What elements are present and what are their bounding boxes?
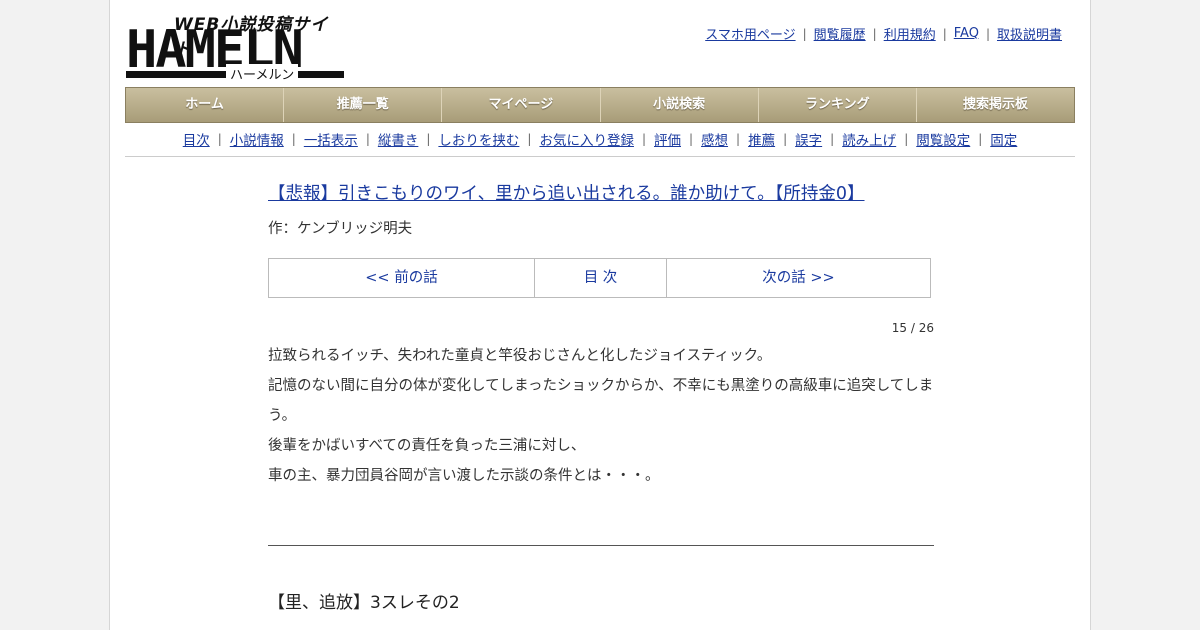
top-link-history[interactable]: 閲覧履歴 [814,24,866,43]
subnav-pin[interactable]: 固定 [990,129,1017,149]
hameln-logo[interactable]: WEB小説投稿サイト HAMELN ハーメルン [126,10,346,83]
subnav-typo[interactable]: 誤字 [795,129,822,149]
top-link-manual[interactable]: 取扱説明書 [997,24,1062,43]
page-container: WEB小説投稿サイト HAMELN ハーメルン スマホ用ページ | 閲覧履歴 | 利… [109,0,1091,630]
author-line: 作：ケンブリッジ明夫 [268,221,413,237]
page-counter: 15 / 26 [891,321,934,335]
divider [268,545,934,546]
subnav-bookmark[interactable]: しおりを挟む [438,129,519,149]
global-nav: ホーム 推薦一覧 マイページ 小説検索 ランキング 捜索掲示板 [125,87,1075,123]
main-content: 【悲報】引きこもりのワイ、里から追い出される。誰か助けて。【所持金0】 作：ケン… [268,180,934,613]
subnav-recommend[interactable]: 推薦 [748,129,775,149]
subnav-rating[interactable]: 評価 [654,129,681,149]
top-link-smartphone[interactable]: スマホ用ページ [705,24,795,43]
gnav-board[interactable]: 捜索掲示板 [917,88,1074,122]
subnav-readaloud[interactable]: 読み上げ [842,129,896,149]
novel-sub-nav: 目次 | 小説情報 | 一括表示 | 縦書き | しおりを挟む | お気に入り登録 | 評価… [125,122,1075,157]
logo-kana: ハーメルン [226,64,299,83]
gnav-ranking[interactable]: ランキング [759,88,917,122]
gnav-home[interactable]: ホーム [126,88,285,122]
top-link-terms[interactable]: 利用規約 [884,24,936,43]
chapter-title: 【里、追放】3スレその2 [268,593,460,613]
top-link-faq[interactable]: FAQ [954,26,979,41]
chapter-pager: << 前の話 目 次 次の話 >> [268,258,931,298]
toc-link[interactable]: 目 次 [535,259,667,297]
synopsis-line: 車の主、暴力団員谷岡が言い渡した示談の条件とは・・・。 [268,468,660,484]
subnav-vertical[interactable]: 縦書き [378,129,419,149]
gnav-search[interactable]: 小説検索 [601,88,759,122]
subnav-all[interactable]: 一括表示 [304,129,358,149]
next-chapter-link[interactable]: 次の話 >> [667,259,930,297]
top-links: スマホ用ページ | 閲覧履歴 | 利用規約 | FAQ | 取扱説明書 [705,24,1062,43]
novel-title-link[interactable]: 【悲報】引きこもりのワイ、里から追い出される。誰か助けて。【所持金0】 [268,180,865,205]
prev-chapter-link[interactable]: << 前の話 [269,259,535,297]
subnav-review[interactable]: 感想 [701,129,728,149]
synopsis-line: 記憶のない間に自分の体が変化してしまったショックからか、不幸にも黒塗りの高級車に… [268,378,934,424]
subnav-favorite[interactable]: お気に入り登録 [539,129,634,149]
chapter-synopsis: 拉致られるイッチ、失われた童貞と竿役おじさんと化したジョイスティック。 記憶のな… [268,341,934,491]
subnav-toc[interactable]: 目次 [183,129,210,149]
header: WEB小説投稿サイト HAMELN ハーメルン スマホ用ページ | 閲覧履歴 | 利… [110,0,1090,86]
gnav-recommend[interactable]: 推薦一覧 [284,88,443,122]
gnav-mypage[interactable]: マイページ [442,88,601,122]
synopsis-line: 後輩をかばいすべての責任を負った三浦に対し、 [268,438,586,454]
subnav-settings[interactable]: 閲覧設定 [916,129,970,149]
synopsis-line: 拉致られるイッチ、失われた童貞と竿役おじさんと化したジョイスティック。 [268,348,772,364]
subnav-info[interactable]: 小説情報 [230,129,284,149]
